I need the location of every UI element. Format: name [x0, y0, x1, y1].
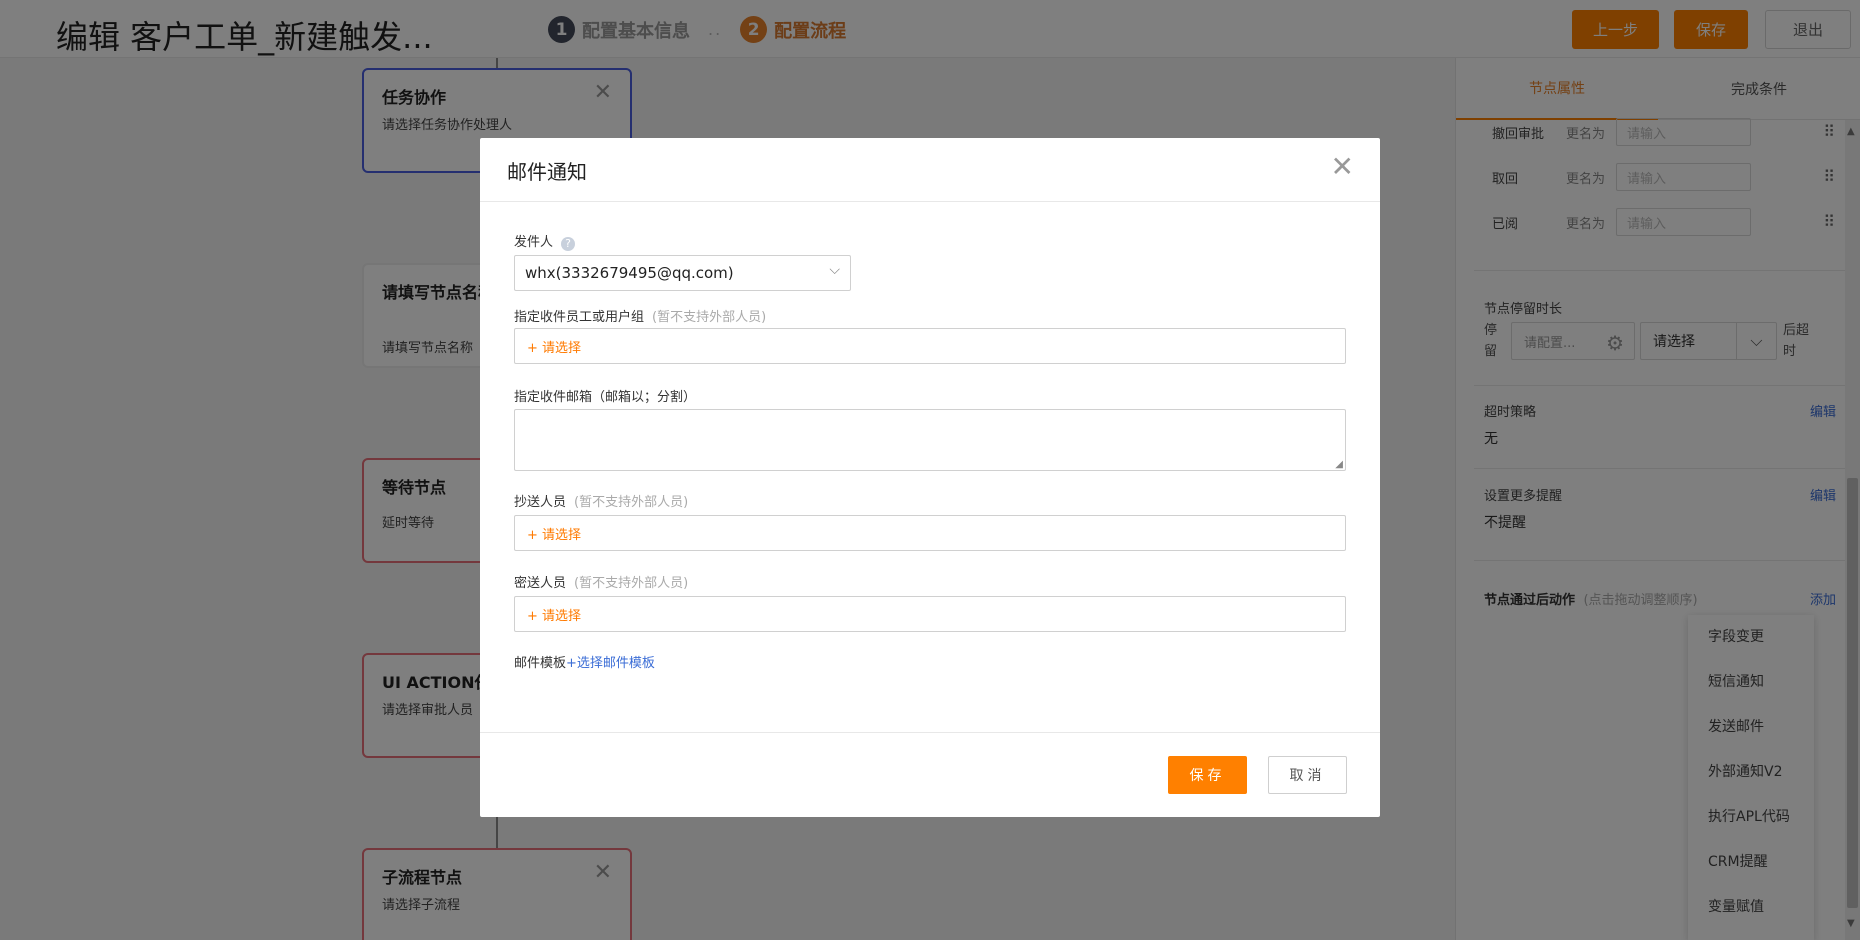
emails-label: 指定收件邮箱（邮箱以；分割）	[514, 390, 697, 405]
sender-label-text: 发件人	[514, 235, 554, 250]
cc-picker[interactable]: + 请选择	[514, 515, 1346, 551]
resize-grip-icon[interactable]: ◢	[1335, 459, 1343, 470]
bcc-label-text: 密送人员	[514, 576, 567, 591]
chevron-down-icon: ⌵	[829, 262, 840, 278]
template-label: 邮件模板	[514, 656, 567, 671]
dialog-footer-divider	[480, 732, 1380, 733]
dialog-header: 邮件通知 ✕	[480, 138, 1380, 202]
close-icon[interactable]: ✕	[1331, 150, 1354, 183]
email-notify-dialog: 邮件通知 ✕ 发件人? whx(3332679495@qq.com) ⌵ 指定收…	[480, 138, 1380, 817]
bcc-hint: (暂不支持外部人员)	[574, 576, 689, 591]
bcc-label: 密送人员 (暂不支持外部人员)	[514, 572, 688, 591]
recipients-picker[interactable]: + 请选择	[514, 328, 1346, 364]
dialog-title: 邮件通知	[507, 160, 587, 184]
sender-label: 发件人?	[514, 231, 576, 251]
sender-value: whx(3332679495@qq.com)	[525, 264, 734, 282]
recipients-hint: (暂不支持外部人员)	[652, 310, 767, 325]
sender-select[interactable]: whx(3332679495@qq.com) ⌵	[514, 255, 851, 291]
template-row: 邮件模板+选择邮件模板	[514, 652, 655, 671]
help-icon[interactable]: ?	[561, 237, 576, 251]
emails-textarea[interactable]: ◢	[514, 409, 1346, 471]
recipients-label: 指定收件员工或用户组 (暂不支持外部人员)	[514, 306, 766, 325]
cc-label-text: 抄送人员	[514, 495, 567, 510]
dialog-cancel-button[interactable]: 取消	[1268, 756, 1347, 794]
bcc-picker[interactable]: + 请选择	[514, 596, 1346, 632]
cc-hint: (暂不支持外部人员)	[574, 495, 689, 510]
recipients-label-text: 指定收件员工或用户组	[514, 310, 645, 325]
dialog-save-button[interactable]: 保存	[1168, 756, 1247, 794]
select-template-link[interactable]: +选择邮件模板	[566, 656, 655, 671]
cc-label: 抄送人员 (暂不支持外部人员)	[514, 491, 688, 510]
